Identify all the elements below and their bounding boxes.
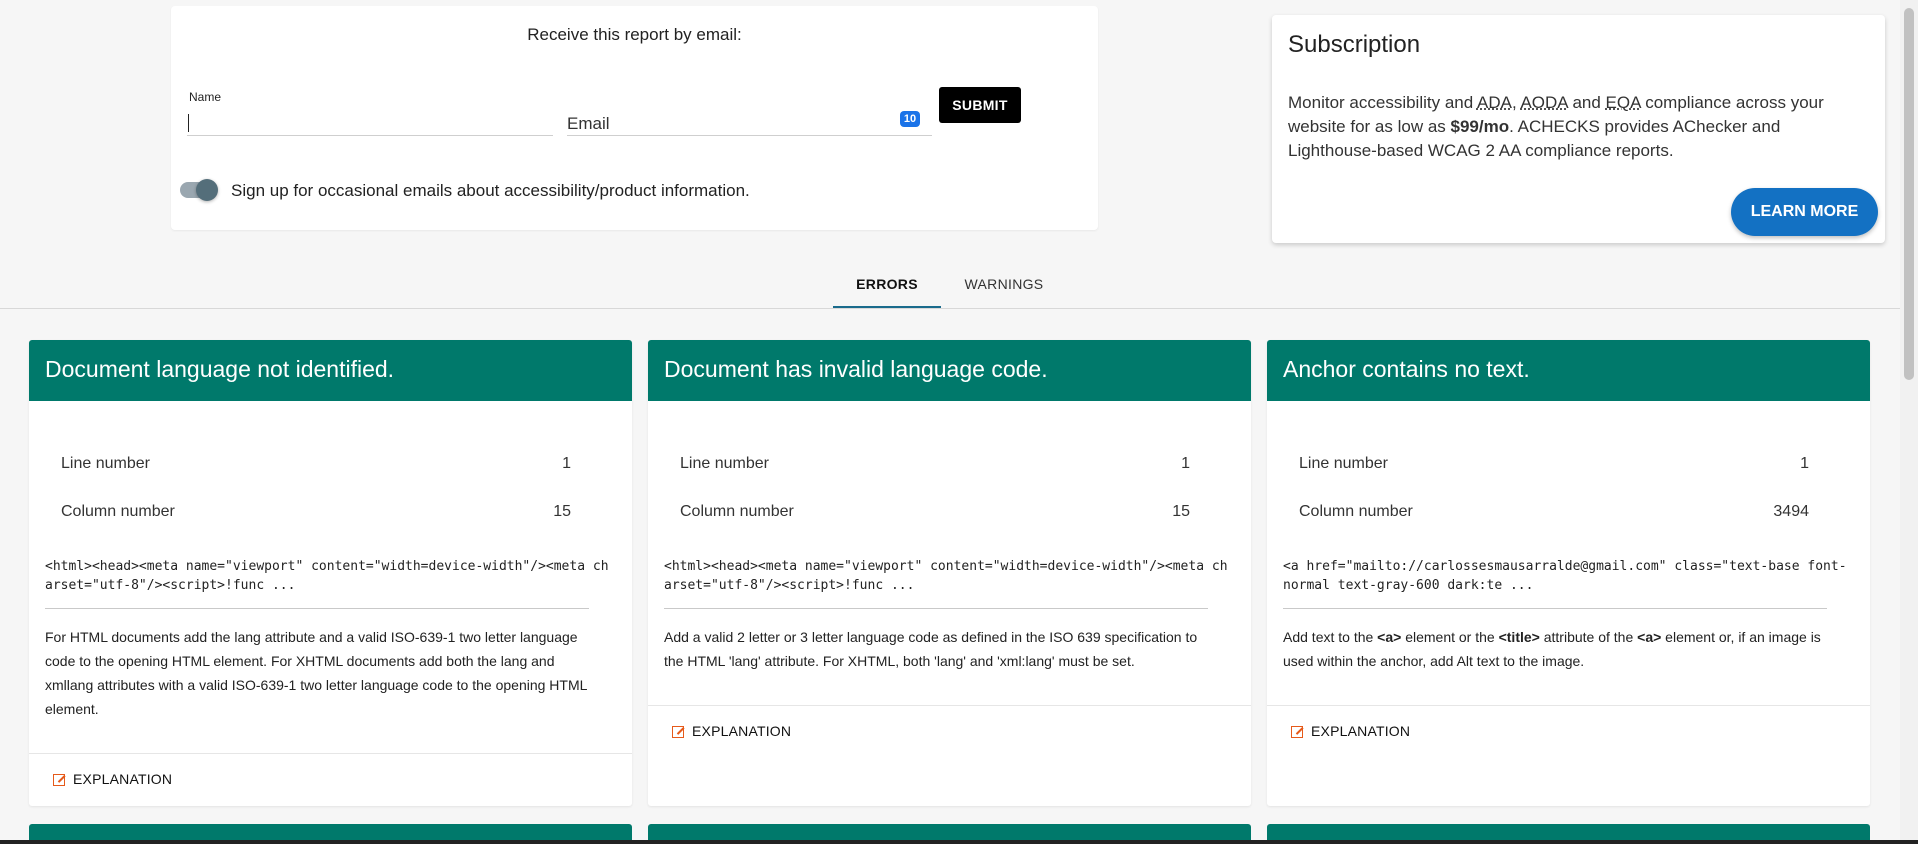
abbr-aoda: AODA bbox=[1520, 93, 1568, 112]
column-number-value: 15 bbox=[1172, 503, 1190, 520]
tab-warnings[interactable]: WARNINGS bbox=[949, 264, 1059, 308]
password-manager-icon[interactable]: 10 bbox=[900, 111, 920, 127]
subscription-text: Monitor accessibility and bbox=[1288, 93, 1477, 112]
subscription-description: Monitor accessibility and ADA, AODA and … bbox=[1288, 91, 1873, 163]
tab-errors[interactable]: ERRORS bbox=[833, 264, 941, 308]
email-report-title: Receive this report by email: bbox=[527, 25, 742, 44]
title-tag-text: <title> bbox=[1498, 629, 1540, 645]
email-field[interactable]: Email 10 bbox=[567, 90, 932, 136]
line-number-label: Line number bbox=[1299, 455, 1388, 472]
line-number-value: 1 bbox=[1181, 455, 1190, 472]
explanation-link[interactable]: EXPLANATION bbox=[53, 771, 172, 787]
column-number-value: 15 bbox=[553, 503, 571, 520]
explanation-label: EXPLANATION bbox=[692, 723, 792, 739]
divider bbox=[664, 608, 1208, 609]
description-text: Add text to the bbox=[1283, 629, 1378, 645]
divider bbox=[29, 753, 632, 754]
external-link-icon bbox=[1291, 726, 1303, 738]
line-number-row: Line number 1 bbox=[61, 455, 571, 473]
divider bbox=[1283, 608, 1827, 609]
name-field-label: Name bbox=[189, 90, 222, 104]
description-text: element or the bbox=[1401, 629, 1499, 645]
line-number-row: Line number 1 bbox=[1299, 455, 1809, 473]
column-number-value: 3494 bbox=[1773, 503, 1809, 520]
error-card: Anchor contains no text. Line number 1 C… bbox=[1267, 340, 1870, 806]
anchor-tag-text: <a> bbox=[1637, 629, 1662, 645]
abbr-eqa: EQA bbox=[1605, 93, 1641, 112]
external-link-icon bbox=[672, 726, 684, 738]
scrollbar-thumb[interactable] bbox=[1904, 8, 1914, 380]
error-code-snippet: <a href="mailto://carlossesmausarralde@g… bbox=[1283, 559, 1847, 593]
subscription-card: Subscription Monitor accessibility and A… bbox=[1272, 15, 1885, 243]
column-number-label: Column number bbox=[1299, 503, 1413, 520]
divider bbox=[648, 705, 1251, 706]
subscription-text: and bbox=[1567, 93, 1606, 112]
error-title: Anchor contains no text. bbox=[1267, 340, 1870, 401]
submit-button[interactable]: SUBMIT bbox=[939, 87, 1021, 123]
learn-more-button[interactable]: LEARN MORE bbox=[1731, 188, 1878, 236]
error-description: For HTML documents add the lang attribut… bbox=[45, 629, 587, 717]
explanation-label: EXPLANATION bbox=[1311, 723, 1411, 739]
text-cursor bbox=[188, 114, 189, 132]
error-title: Document language not identified. bbox=[29, 340, 632, 401]
report-tabs: ERRORS WARNINGS bbox=[0, 264, 1900, 309]
anchor-tag-text: <a> bbox=[1377, 629, 1402, 645]
newsletter-toggle-label: Sign up for occasional emails about acce… bbox=[231, 181, 750, 200]
subscription-price: $99/mo bbox=[1450, 117, 1510, 136]
newsletter-toggle[interactable] bbox=[180, 179, 218, 201]
column-number-row: Column number 15 bbox=[680, 503, 1190, 521]
column-number-label: Column number bbox=[61, 503, 175, 520]
column-number-label: Column number bbox=[680, 503, 794, 520]
line-number-label: Line number bbox=[61, 455, 150, 472]
description-text: attribute of the bbox=[1539, 629, 1638, 645]
column-number-row: Column number 3494 bbox=[1299, 503, 1809, 521]
line-number-value: 1 bbox=[1800, 455, 1809, 472]
explanation-label: EXPLANATION bbox=[73, 771, 173, 787]
page-scrollbar[interactable] bbox=[1900, 0, 1918, 844]
divider bbox=[1267, 705, 1870, 706]
divider bbox=[45, 608, 589, 609]
error-title: Document has invalid language code. bbox=[648, 340, 1251, 401]
column-number-row: Column number 15 bbox=[61, 503, 571, 521]
line-number-row: Line number 1 bbox=[680, 455, 1190, 473]
error-card: Document has invalid language code. Line… bbox=[648, 340, 1251, 806]
email-report-card: Receive this report by email: Name Email… bbox=[171, 6, 1098, 230]
abbr-ada: ADA bbox=[1476, 93, 1512, 112]
explanation-link[interactable]: EXPLANATION bbox=[672, 723, 791, 739]
error-card: Document language not identified. Line n… bbox=[29, 340, 632, 806]
explanation-link[interactable]: EXPLANATION bbox=[1291, 723, 1410, 739]
window-bottom-edge bbox=[0, 840, 1918, 844]
subscription-title: Subscription bbox=[1288, 31, 1421, 58]
toggle-knob bbox=[196, 179, 218, 201]
external-link-icon bbox=[53, 774, 65, 786]
line-number-label: Line number bbox=[680, 455, 769, 472]
error-code-snippet: <html><head><meta name="viewport" conten… bbox=[45, 559, 609, 593]
error-description: Add a valid 2 letter or 3 letter languag… bbox=[664, 629, 1198, 669]
error-description: Add text to the <a> element or the <titl… bbox=[1283, 625, 1838, 673]
error-code-snippet: <html><head><meta name="viewport" conten… bbox=[664, 559, 1228, 593]
line-number-value: 1 bbox=[562, 455, 571, 472]
email-field-label: Email bbox=[567, 114, 610, 133]
name-field[interactable]: Name bbox=[187, 90, 553, 136]
